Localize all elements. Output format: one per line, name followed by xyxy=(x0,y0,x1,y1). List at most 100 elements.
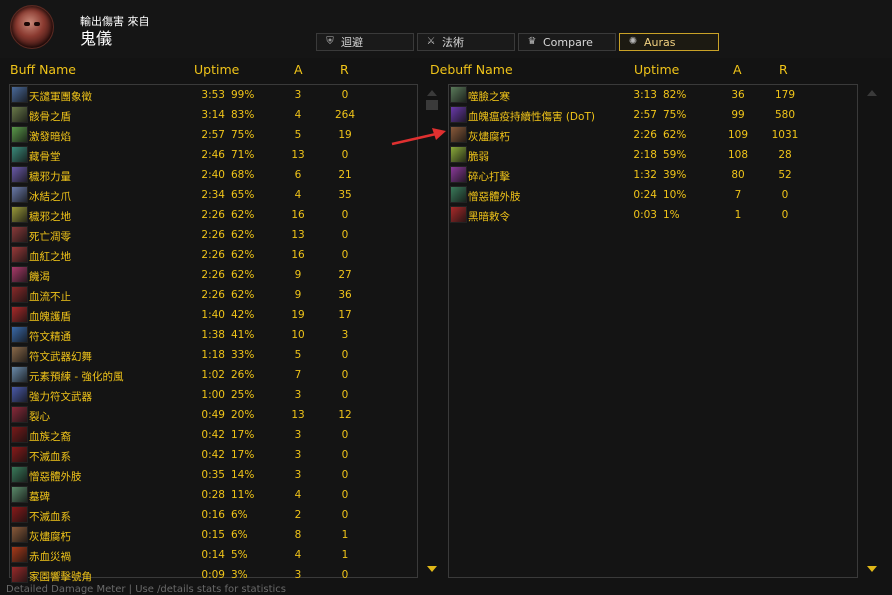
buff-r-header[interactable]: R xyxy=(340,62,349,77)
spell-icon xyxy=(11,566,28,583)
spell-icon xyxy=(11,226,28,243)
debuff-row[interactable]: 血魄瘟疫持續性傷害 (DoT) 2:57 75% 99 580 xyxy=(449,105,857,125)
buff-row[interactable]: 憎惡體外肢 0:35 14% 3 0 xyxy=(10,465,417,485)
aura-uptime-percent: 62% xyxy=(231,229,255,241)
aura-name: 血族之裔 xyxy=(29,431,71,443)
scroll-thumb[interactable] xyxy=(426,100,438,110)
buff-row[interactable]: 骸骨之盾 3:14 83% 4 264 xyxy=(10,105,417,125)
debuff-row[interactable]: 灰燼腐朽 2:26 62% 109 1031 xyxy=(449,125,857,145)
aura-uptime-time: 0:42 xyxy=(201,429,225,441)
tab-auras[interactable]: ✺ Auras xyxy=(619,33,719,51)
buff-row[interactable]: 元素預練 - 強化的風 1:02 26% 7 0 xyxy=(10,365,417,385)
aura-name: 天譴軍團象徵 xyxy=(29,91,92,103)
buff-row[interactable]: 血魄護盾 1:40 42% 19 17 xyxy=(10,305,417,325)
buff-scrollbar[interactable] xyxy=(423,84,441,578)
debuff-a-header[interactable]: A xyxy=(733,62,742,77)
buff-uptime-header[interactable]: Uptime xyxy=(194,62,239,77)
debuff-name-header[interactable]: Debuff Name xyxy=(430,62,513,77)
aura-icon: ✺ xyxy=(628,36,638,47)
aura-applications: 10 xyxy=(291,329,305,341)
aura-name: 穢邪之地 xyxy=(29,211,71,223)
spell-icon xyxy=(450,126,467,143)
tab-label: Auras xyxy=(644,35,676,49)
buff-row[interactable]: 不滅血系 0:16 6% 2 0 xyxy=(10,505,417,525)
buff-row[interactable]: 墓碑 0:28 11% 4 0 xyxy=(10,485,417,505)
buff-row[interactable]: 死亡凋零 2:26 62% 13 0 xyxy=(10,225,417,245)
aura-applications: 4 xyxy=(294,489,302,501)
aura-refreshes: 0 xyxy=(341,449,349,461)
aura-refreshes: 28 xyxy=(778,149,792,161)
buff-row[interactable]: 家園響擊號角 0:09 3% 3 0 xyxy=(10,565,417,585)
debuff-row[interactable]: 脆弱 2:18 59% 108 28 xyxy=(449,145,857,165)
debuff-scrollbar[interactable] xyxy=(863,84,881,578)
aura-uptime-percent: 99% xyxy=(231,89,255,101)
aura-applications: 1 xyxy=(734,209,742,221)
aura-uptime-time: 0:03 xyxy=(633,209,657,221)
scroll-down-icon[interactable] xyxy=(427,566,437,572)
aura-applications: 9 xyxy=(294,289,302,301)
buff-row[interactable]: 冰結之爪 2:34 65% 4 35 xyxy=(10,185,417,205)
aura-refreshes: 0 xyxy=(341,509,349,521)
buff-row[interactable]: 激發暗焰 2:57 75% 5 19 xyxy=(10,125,417,145)
tab-compare[interactable]: ♛ Compare xyxy=(518,33,616,51)
buff-row[interactable]: 不滅血系 0:42 17% 3 0 xyxy=(10,445,417,465)
debuff-row[interactable]: 碎心打擊 1:32 39% 80 52 xyxy=(449,165,857,185)
buff-row[interactable]: 藏骨堂 2:46 71% 13 0 xyxy=(10,145,417,165)
aura-refreshes: 1031 xyxy=(771,129,799,141)
aura-uptime-time: 0:14 xyxy=(201,549,225,561)
aura-name: 藏骨堂 xyxy=(29,151,61,163)
tab-avoidance[interactable]: ⛨ 迴避 xyxy=(316,33,414,51)
spell-icon xyxy=(11,126,28,143)
scroll-up-icon[interactable] xyxy=(427,90,437,96)
aura-uptime-percent: 33% xyxy=(231,349,255,361)
buff-row[interactable]: 血流不止 2:26 62% 9 36 xyxy=(10,285,417,305)
spell-icon xyxy=(450,166,467,183)
debuff-row[interactable]: 黑暗敕令 0:03 1% 1 0 xyxy=(449,205,857,225)
aura-name: 符文精通 xyxy=(29,331,71,343)
buff-row[interactable]: 赤血災禍 0:14 5% 4 1 xyxy=(10,545,417,565)
buff-row[interactable]: 穢邪力量 2:40 68% 6 21 xyxy=(10,165,417,185)
aura-name: 血魄瘟疫持續性傷害 (DoT) xyxy=(468,111,595,123)
buff-row[interactable]: 裂心 0:49 20% 13 12 xyxy=(10,405,417,425)
scroll-down-icon[interactable] xyxy=(867,566,877,572)
buff-row[interactable]: 血族之裔 0:42 17% 3 0 xyxy=(10,425,417,445)
spell-icon xyxy=(11,186,28,203)
aura-uptime-time: 0:24 xyxy=(633,189,657,201)
aura-refreshes: 1 xyxy=(341,549,349,561)
spell-icon xyxy=(11,246,28,263)
scroll-up-icon[interactable] xyxy=(867,90,877,96)
aura-uptime-percent: 5% xyxy=(231,549,248,561)
spell-icon xyxy=(11,446,28,463)
aura-uptime-percent: 62% xyxy=(663,129,687,141)
buff-a-header[interactable]: A xyxy=(294,62,303,77)
debuff-uptime-header[interactable]: Uptime xyxy=(634,62,679,77)
buff-row[interactable]: 符文精通 1:38 41% 10 3 xyxy=(10,325,417,345)
spell-icon xyxy=(11,526,28,543)
buff-row[interactable]: 饑渴 2:26 62% 9 27 xyxy=(10,265,417,285)
debuff-r-header[interactable]: R xyxy=(779,62,788,77)
aura-uptime-percent: 83% xyxy=(231,109,255,121)
aura-applications: 7 xyxy=(294,369,302,381)
header-title: 鬼儀 xyxy=(80,29,113,48)
aura-applications: 36 xyxy=(731,89,745,101)
aura-refreshes: 1 xyxy=(341,529,349,541)
buff-row[interactable]: 天譴軍團象徵 3:53 99% 3 0 xyxy=(10,85,417,105)
aura-refreshes: 0 xyxy=(341,149,349,161)
aura-refreshes: 17 xyxy=(338,309,352,321)
debuff-row[interactable]: 憎惡體外肢 0:24 10% 7 0 xyxy=(449,185,857,205)
buff-name-header[interactable]: Buff Name xyxy=(10,62,76,77)
buff-row[interactable]: 符文武器幻舞 1:18 33% 5 0 xyxy=(10,345,417,365)
aura-uptime-time: 2:40 xyxy=(201,169,225,181)
buff-row[interactable]: 灰燼腐朽 0:15 6% 8 1 xyxy=(10,525,417,545)
buff-row[interactable]: 血紅之地 2:26 62% 16 0 xyxy=(10,245,417,265)
tab-spells[interactable]: ⚔ 法術 xyxy=(417,33,515,51)
spell-icon xyxy=(11,486,28,503)
buff-row[interactable]: 強力符文武器 1:00 25% 3 0 xyxy=(10,385,417,405)
aura-uptime-percent: 75% xyxy=(231,129,255,141)
buff-row[interactable]: 穢邪之地 2:26 62% 16 0 xyxy=(10,205,417,225)
aura-applications: 80 xyxy=(731,169,745,181)
debuff-row[interactable]: 噬臉之寒 3:13 82% 36 179 xyxy=(449,85,857,105)
aura-refreshes: 0 xyxy=(341,89,349,101)
aura-uptime-time: 1:40 xyxy=(201,309,225,321)
aura-name: 灰燼腐朽 xyxy=(29,531,71,543)
